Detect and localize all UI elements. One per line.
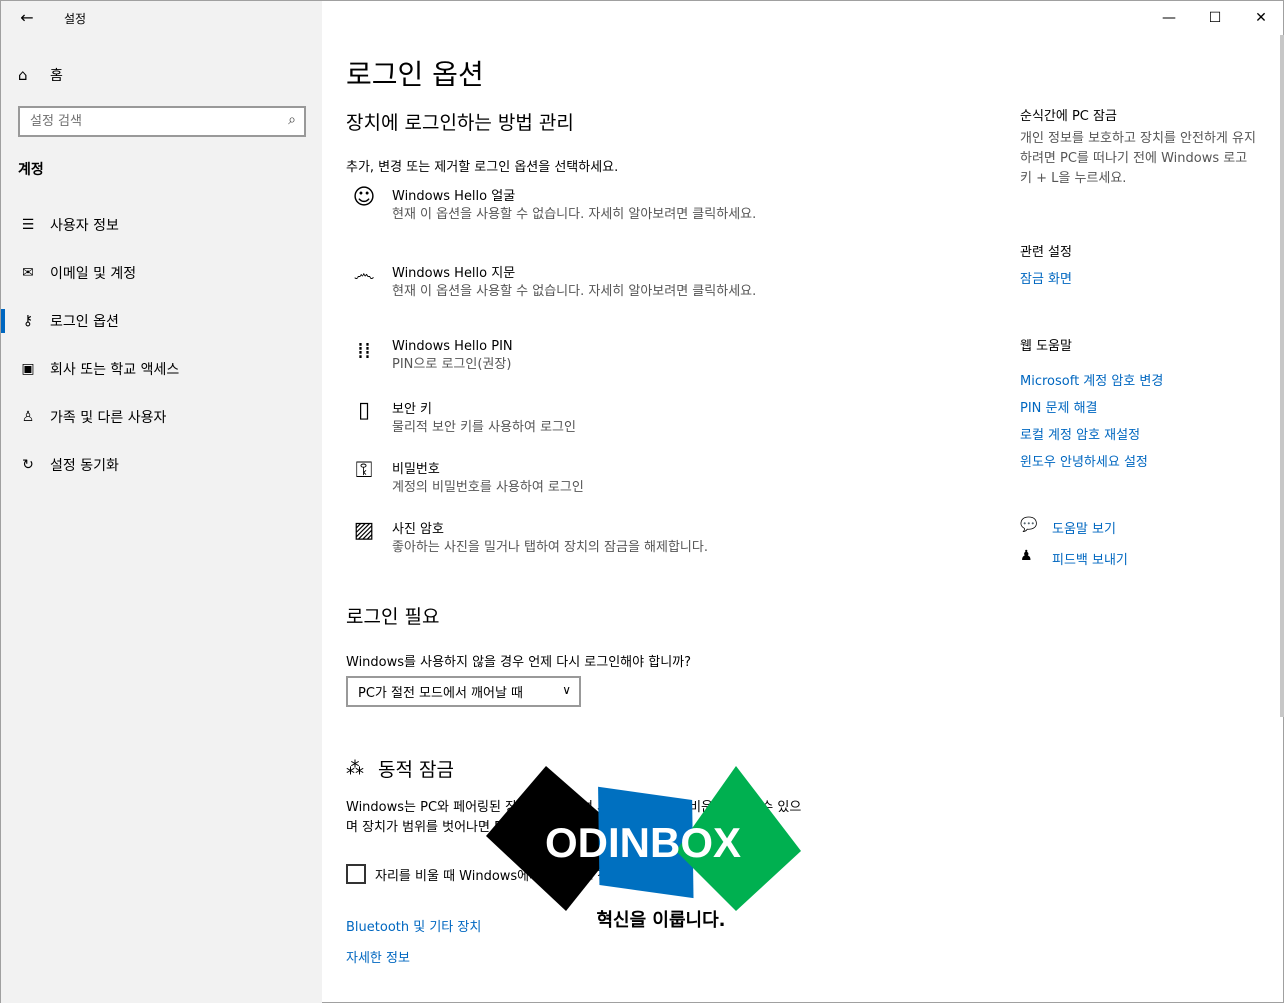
home-label: 홈 — [50, 68, 63, 84]
dynamic-lock-icon: ⁂ — [346, 758, 364, 779]
odinbox-watermark-logo: ODINBOX 혁신을 이룹니다. — [486, 766, 801, 931]
option-title: 보안 키 — [392, 402, 433, 417]
sidebar-item-user-info[interactable]: ☰ 사용자 정보 — [1, 201, 322, 249]
option-title: Windows Hello PIN — [392, 339, 513, 354]
section-title: 장치에 로그인하는 방법 관리 — [346, 112, 574, 134]
page-title: 로그인 옵션 — [346, 58, 484, 91]
require-sign-in-dropdown[interactable]: PC가 절전 모드에서 깨어날 때 ∨ — [346, 676, 581, 707]
sidebar-item-label: 가족 및 다른 사용자 — [50, 410, 167, 426]
sidebar-item-label: 사용자 정보 — [50, 218, 119, 234]
require-sign-in-heading: 로그인 필요 — [346, 606, 440, 628]
maximize-icon[interactable]: ☐ — [1192, 1, 1238, 35]
feedback-icon: ♟ — [1020, 548, 1033, 564]
related-settings-heading: 관련 설정 — [1020, 245, 1072, 260]
sidebar-item-work-access[interactable]: ▣ 회사 또는 학교 액세스 — [1, 345, 322, 393]
sidebar-item-email[interactable]: ✉ 이메일 및 계정 — [1, 249, 322, 297]
option-title: Windows Hello 지문 — [392, 266, 516, 281]
option-subtitle: 계정의 비밀번호를 사용하여 로그인 — [392, 480, 584, 495]
web-help-heading: 웹 도움말 — [1020, 339, 1072, 354]
scrollbar[interactable] — [1280, 35, 1284, 717]
more-info-link[interactable]: 자세한 정보 — [346, 947, 410, 966]
option-title: 사진 암호 — [392, 522, 444, 537]
help-link-pin-troubleshoot[interactable]: PIN 문제 해결 — [1020, 397, 1098, 416]
minimize-icon[interactable]: — — [1146, 1, 1192, 35]
option-subtitle: 물리적 보안 키를 사용하여 로그인 — [392, 420, 576, 435]
chevron-down-icon: ∨ — [562, 683, 571, 697]
option-picture-password[interactable]: ▨ 사진 암호 좋아하는 사진을 밀거나 탭하여 장치의 잠금을 해제합니다. — [346, 518, 786, 557]
home-icon: ⌂ — [18, 66, 28, 84]
sidebar: ← 설정 ⌂ 홈 ⌕ 계정 ☰ 사용자 정보 ✉ 이메일 및 계정 ⚷ 로그인 … — [1, 1, 322, 1003]
dynamic-lock-heading: 동적 잠금 — [378, 759, 454, 781]
section-heading: 계정 — [18, 162, 44, 178]
help-link-change-password[interactable]: Microsoft 계정 암호 변경 — [1020, 370, 1163, 389]
usb-key-icon: ▯ — [357, 398, 371, 423]
face-icon: ☺ — [352, 185, 376, 210]
picture-icon: ▨ — [353, 518, 375, 543]
section-description: 추가, 변경 또는 제거할 로그인 옵션을 선택하세요. — [346, 160, 619, 175]
password-key-icon: ⚿ — [355, 458, 373, 483]
title-bar: ← 설정 — [1, 1, 322, 35]
window-title: 설정 — [64, 12, 87, 26]
feedback-link[interactable]: 피드백 보내기 — [1052, 549, 1128, 568]
option-face[interactable]: ☺ Windows Hello 얼굴 현재 이 옵션을 사용할 수 없습니다. … — [346, 185, 786, 224]
search-icon[interactable]: ⌕ — [288, 112, 296, 128]
option-subtitle: PIN으로 로그인(권장) — [392, 357, 512, 372]
help-link-hello-setup[interactable]: 윈도우 안녕하세요 설정 — [1020, 451, 1148, 470]
option-subtitle: 현재 이 옵션을 사용할 수 없습니다. 자세히 알아보려면 클릭하세요. — [392, 284, 757, 299]
sidebar-item-label: 로그인 옵션 — [50, 314, 119, 330]
lock-description: 개인 정보를 보호하고 장치를 안전하게 유지하려면 PC를 떠나기 전에 Wi… — [1020, 131, 1256, 186]
search-box[interactable]: ⌕ — [18, 106, 306, 137]
search-input[interactable] — [20, 108, 270, 135]
option-title: Windows Hello 얼굴 — [392, 189, 516, 204]
bluetooth-link[interactable]: Bluetooth 및 기타 장치 — [346, 916, 481, 935]
logo-brand-text: ODINBOX — [545, 819, 741, 866]
get-help-link[interactable]: 도움말 보기 — [1052, 518, 1116, 537]
option-fingerprint[interactable]: ෴ Windows Hello 지문 현재 이 옵션을 사용할 수 없습니다. … — [346, 262, 786, 301]
logo-tagline: 혁신을 이룹니다. — [596, 909, 725, 931]
option-subtitle: 좋아하는 사진을 밀거나 탭하여 장치의 잠금을 해제합니다. — [392, 540, 708, 555]
help-link-reset-password[interactable]: 로컬 계정 암호 재설정 — [1020, 424, 1140, 443]
option-subtitle: 현재 이 옵션을 사용할 수 없습니다. 자세히 알아보려면 클릭하세요. — [392, 207, 757, 222]
option-security-key[interactable]: ▯ 보안 키 물리적 보안 키를 사용하여 로그인 — [346, 398, 786, 437]
user-info-icon: ☰ — [21, 217, 35, 233]
checkbox-box[interactable] — [346, 864, 366, 884]
back-arrow-icon[interactable]: ← — [13, 5, 41, 31]
require-sign-in-question: Windows를 사용하지 않을 경우 언제 다시 로그인해야 합니까? — [346, 655, 692, 670]
sidebar-item-sync[interactable]: ↻ 설정 동기화 — [1, 441, 322, 489]
sidebar-nav: ☰ 사용자 정보 ✉ 이메일 및 계정 ⚷ 로그인 옵션 ▣ 회사 또는 학교 … — [1, 201, 322, 489]
mail-icon: ✉ — [22, 265, 34, 281]
person-add-icon: ♙ — [21, 409, 35, 425]
help-chat-icon: 💬 — [1020, 517, 1038, 533]
sidebar-item-label: 설정 동기화 — [50, 458, 119, 474]
option-title: 비밀번호 — [392, 462, 440, 477]
fingerprint-icon: ෴ — [353, 262, 375, 287]
option-pin[interactable]: ⁞⁞ Windows Hello PIN PIN으로 로그인(권장) — [346, 339, 786, 374]
briefcase-icon: ▣ — [21, 361, 35, 377]
sidebar-item-label: 이메일 및 계정 — [50, 266, 137, 282]
lock-title: 순식간에 PC 잠금 — [1020, 109, 1117, 124]
sidebar-item-sign-in-options[interactable]: ⚷ 로그인 옵션 — [1, 297, 322, 345]
settings-window: ← 설정 ⌂ 홈 ⌕ 계정 ☰ 사용자 정보 ✉ 이메일 및 계정 ⚷ 로그인 … — [0, 0, 1284, 1003]
dropdown-value: PC가 절전 모드에서 깨어날 때 — [358, 686, 524, 701]
main-content: — ☐ ✕ 로그인 옵션 장치에 로그인하는 방법 관리 추가, 변경 또는 제… — [322, 1, 1284, 1003]
window-controls: — ☐ ✕ — [1146, 1, 1284, 35]
key-icon: ⚷ — [22, 313, 34, 329]
close-icon[interactable]: ✕ — [1238, 1, 1284, 35]
lock-screen-link[interactable]: 잠금 화면 — [1020, 268, 1072, 287]
home-nav[interactable]: ⌂ 홈 — [18, 61, 63, 89]
sidebar-item-label: 회사 또는 학교 액세스 — [50, 362, 180, 378]
pin-keypad-icon: ⁞⁞ — [357, 339, 371, 364]
sync-icon: ↻ — [22, 457, 34, 473]
sidebar-item-family[interactable]: ♙ 가족 및 다른 사용자 — [1, 393, 322, 441]
option-password[interactable]: ⚿ 비밀번호 계정의 비밀번호를 사용하여 로그인 — [346, 458, 786, 497]
